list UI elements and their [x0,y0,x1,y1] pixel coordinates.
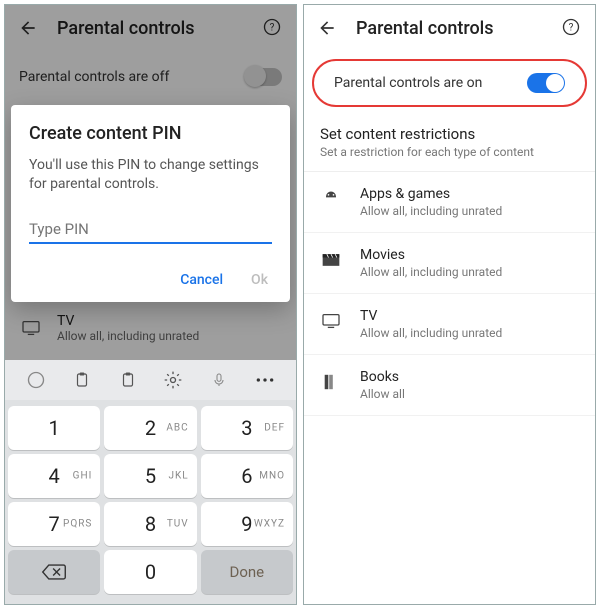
help-icon[interactable]: ? [561,17,583,39]
clipboard-alt-icon[interactable] [116,368,140,392]
list-item-movies[interactable]: Movies Allow all, including unrated [304,233,595,294]
key-6[interactable]: 6MNO [201,454,293,498]
film-icon [320,249,342,271]
key-9[interactable]: 9WXYZ [201,502,293,546]
more-icon[interactable] [253,368,277,392]
header: Parental controls ? [304,5,595,51]
key-7[interactable]: 7PQRS [8,502,100,546]
section-header: Set content restrictions Set a restricti… [304,111,595,161]
page-title: Parental controls [356,18,561,39]
number-pad: 1 2ABC 3DEF 4GHI 5JKL 6MNO 7PQRS 8TUV 9W… [5,400,296,604]
list-item-books[interactable]: Books Allow all [304,355,595,416]
section-sub: Set a restriction for each type of conte… [320,145,579,159]
right-screenshot: Parental controls ? Parental controls ar… [303,4,596,605]
list-item-sub: Allow all [360,387,405,401]
key-5[interactable]: 5JKL [104,454,196,498]
left-screenshot: Parental controls ? Parental controls ar… [4,4,297,605]
dialog-title: Create content PIN [29,123,272,144]
backspace-key[interactable] [8,550,100,594]
done-key[interactable]: Done [201,550,293,594]
back-icon[interactable] [316,17,338,39]
list-item-tv[interactable]: TV Allow all, including unrated [304,294,595,355]
pin-input[interactable] [29,216,272,244]
highlight-ring: Parental controls are on [312,59,587,107]
create-pin-dialog: Create content PIN You'll use this PIN t… [11,105,290,302]
clipboard-icon[interactable] [70,368,94,392]
dialog-actions: Cancel Ok [29,266,272,294]
toggle-on[interactable] [527,73,565,93]
list-item-label: Books [360,369,405,385]
books-icon [320,371,342,393]
ok-button[interactable]: Ok [251,272,268,288]
list-item-label: TV [360,308,502,324]
key-3[interactable]: 3DEF [201,406,293,450]
list-item-sub: Allow all, including unrated [360,326,502,340]
list-item-sub: Allow all, including unrated [360,204,502,218]
keyboard: 1 2ABC 3DEF 4GHI 5JKL 6MNO 7PQRS 8TUV 9W… [5,360,296,604]
mic-icon[interactable] [207,368,231,392]
cancel-button[interactable]: Cancel [180,272,223,288]
key-1[interactable]: 1 [8,406,100,450]
key-4[interactable]: 4GHI [8,454,100,498]
key-8[interactable]: 8TUV [104,502,196,546]
tv-icon [320,310,342,332]
status-row-on: Parental controls are on [320,61,579,105]
backspace-icon [41,563,67,581]
keyboard-suggestions [5,360,296,400]
list-item-label: Apps & games [360,186,502,202]
status-text: Parental controls are on [334,75,527,91]
list-item-label: Movies [360,247,502,263]
android-icon [320,188,342,210]
list-item-apps[interactable]: Apps & games Allow all, including unrate… [304,172,595,233]
gear-icon[interactable] [161,368,185,392]
emoji-icon[interactable] [24,368,48,392]
key-2[interactable]: 2ABC [104,406,196,450]
list-item-sub: Allow all, including unrated [360,265,502,279]
key-0[interactable]: 0 [104,550,196,594]
svg-text:?: ? [569,22,574,33]
dialog-body: You'll use this PIN to change settings f… [29,156,272,194]
section-title: Set content restrictions [320,125,579,143]
